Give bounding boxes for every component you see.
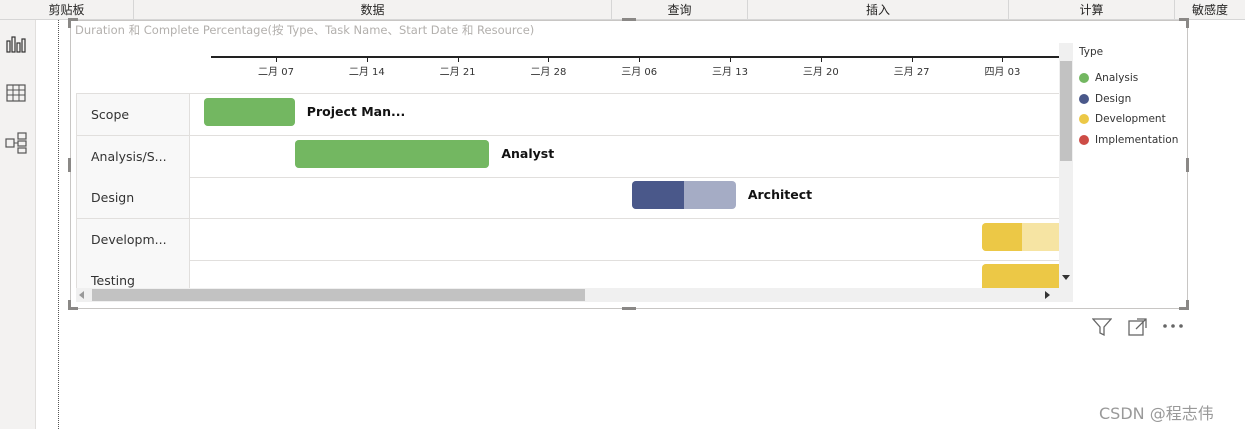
task-progress-fill <box>204 98 295 126</box>
resource-label: Analyst <box>501 145 555 161</box>
model-view-icon[interactable] <box>2 129 30 157</box>
timeline-tick-label: 三月 06 <box>621 67 658 78</box>
data-view-icon[interactable] <box>2 79 30 107</box>
filter-icon[interactable] <box>1092 317 1112 337</box>
visual-title: Duration 和 Complete Percentage(按 Type、Ta… <box>75 23 535 37</box>
ribbon-group-query[interactable]: 查询 <box>612 0 748 20</box>
task-name-label: Analysis/S... <box>77 135 190 177</box>
resize-handle[interactable] <box>68 18 71 28</box>
timeline-tick <box>639 57 641 62</box>
timeline-tick-label: 二月 14 <box>348 67 385 78</box>
page-divider <box>58 20 59 429</box>
horizontal-scrollbar[interactable] <box>76 288 1073 302</box>
resource-label: Project Man... <box>306 104 406 119</box>
legend-color-dot <box>1079 114 1089 125</box>
gantt-row[interactable]: Scope Project Man... <box>77 94 1059 136</box>
legend-label: Analysis <box>1095 72 1139 85</box>
scroll-left-icon[interactable] <box>79 291 85 299</box>
resize-handle[interactable] <box>1186 18 1189 28</box>
scroll-right-icon[interactable] <box>1045 291 1051 299</box>
legend-item[interactable]: Implementation <box>1079 130 1178 151</box>
task-progress-fill <box>982 222 1023 251</box>
timeline-tick-label: 三月 20 <box>802 67 839 78</box>
watermark: CSDN @程志伟 <box>1099 404 1214 423</box>
task-progress-fill <box>632 181 684 209</box>
scroll-down-icon[interactable] <box>1062 275 1070 281</box>
legend: Type Analysis Design Development Implementa… <box>1079 46 1178 150</box>
ribbon-group-clipboard[interactable]: 剪贴板 <box>0 0 134 20</box>
timeline-tick-label: 二月 28 <box>530 67 567 78</box>
ribbon-group-calculation[interactable]: 计算 <box>1009 0 1175 20</box>
resource-label: Architect <box>747 187 813 202</box>
resize-handle[interactable] <box>1186 158 1189 172</box>
gantt-grid: Scope Project Man... Analysis/S... Analyst D… <box>76 93 1059 288</box>
resize-handle[interactable] <box>622 307 636 310</box>
timeline-tick-label: 四月 03 <box>984 67 1021 78</box>
ribbon-group-sensitivity[interactable]: 敏感度 <box>1175 0 1245 20</box>
resize-handle[interactable] <box>68 307 78 310</box>
timeline-tick-label: 二月 07 <box>258 67 294 78</box>
more-options-icon[interactable] <box>1162 323 1184 329</box>
report-view-icon[interactable] <box>2 30 30 58</box>
ribbon-group-insert[interactable]: 插入 <box>748 0 1009 20</box>
timeline-tick <box>457 57 459 62</box>
timeline-tick <box>548 57 550 62</box>
gantt-row[interactable]: Design Architect <box>77 177 1059 219</box>
focus-mode-icon[interactable] <box>1128 318 1147 336</box>
task-name-label: Design <box>77 177 190 218</box>
task-bar[interactable] <box>982 264 1059 288</box>
vertical-scrollbar[interactable] <box>1059 43 1073 288</box>
legend-item[interactable]: Design <box>1079 89 1178 110</box>
legend-label: Implementation <box>1095 133 1179 146</box>
timeline-tick <box>366 57 368 62</box>
view-sidebar <box>0 20 36 429</box>
task-bar[interactable] <box>982 222 1059 251</box>
timeline-tick-label: 三月 13 <box>712 67 748 78</box>
resize-handle[interactable] <box>68 158 71 172</box>
timeline-tick-label: 二月 21 <box>439 67 476 78</box>
legend-color-dot <box>1079 93 1089 104</box>
legend-label: Design <box>1095 92 1132 105</box>
ribbon-group-data[interactable]: 数据 <box>134 0 612 20</box>
task-name-label: Testing <box>77 260 190 288</box>
legend-color-dot <box>1079 134 1089 145</box>
task-bar[interactable] <box>632 181 736 209</box>
task-progress-fill <box>294 139 490 168</box>
timeline-tick <box>911 57 913 62</box>
horizontal-scroll-thumb[interactable] <box>92 289 585 301</box>
ribbon: 剪贴板 数据 查询 插入 计算 敏感度 <box>0 0 1245 20</box>
timeline-tick <box>820 57 822 62</box>
timeline-tick <box>730 57 731 62</box>
timeline-tick <box>276 57 277 62</box>
resize-handle[interactable] <box>1186 300 1189 310</box>
task-name-label: Scope <box>77 94 190 135</box>
timeline-tick-label: 三月 27 <box>893 67 930 78</box>
legend-item[interactable]: Analysis <box>1079 68 1178 89</box>
vertical-scroll-thumb[interactable] <box>1060 61 1072 161</box>
gantt-row[interactable]: Analysis/S... Analyst <box>77 135 1059 178</box>
legend-item[interactable]: Development <box>1079 109 1178 130</box>
task-name-label: Developm... <box>77 218 190 260</box>
task-progress-fill <box>982 264 1059 288</box>
task-bar[interactable] <box>204 98 295 126</box>
legend-label: Development <box>1095 113 1166 126</box>
gantt-row[interactable]: Testing <box>77 260 1059 288</box>
gantt-visual[interactable]: Duration 和 Complete Percentage(按 Type、Ta… <box>68 18 1189 310</box>
legend-color-dot <box>1079 73 1089 84</box>
legend-title: Type <box>1079 46 1104 58</box>
gantt-row[interactable]: Developm...Dev <box>77 218 1059 261</box>
timeline-tick <box>1002 57 1004 62</box>
visual-header-icons <box>1090 316 1190 338</box>
timeline-axis <box>211 56 1059 58</box>
resize-handle[interactable] <box>622 18 636 21</box>
task-bar[interactable] <box>294 139 490 168</box>
